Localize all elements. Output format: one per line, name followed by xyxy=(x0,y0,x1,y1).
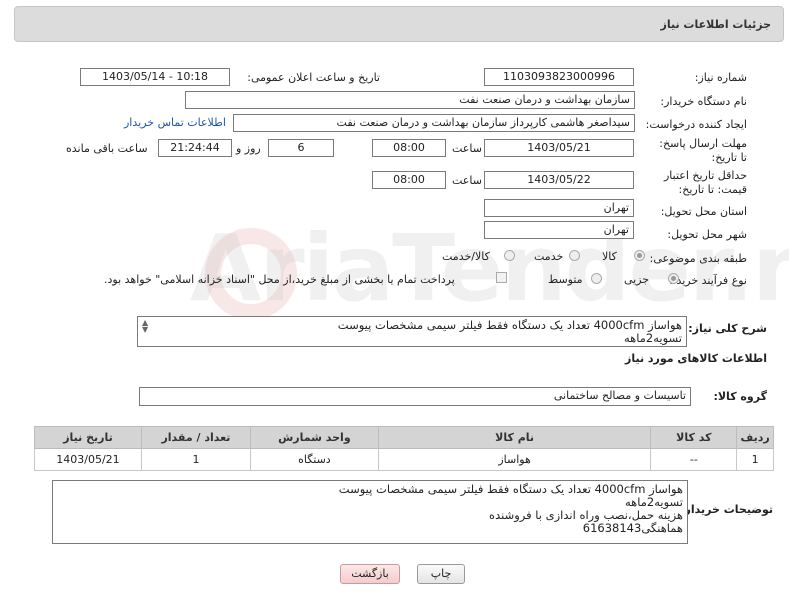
details-panel-header: جزئیات اطلاعات نیاز xyxy=(14,6,784,42)
category-option-goods: کالا xyxy=(602,250,617,263)
reply-days-field: 6 xyxy=(268,139,334,157)
need-number-field: 1103093823000996 xyxy=(484,68,634,86)
table-header-row: ردیف کد کالا نام کالا واحد شمارش تعداد /… xyxy=(34,426,774,449)
treasury-note: پرداخت تمام یا بخشی از مبلغ خرید،از محل … xyxy=(104,273,455,286)
print-button[interactable]: چاپ xyxy=(417,564,465,584)
reply-time-label: ساعت xyxy=(452,142,482,155)
cell-code: -- xyxy=(650,448,738,471)
reply-time-field: 08:00 xyxy=(372,139,446,157)
col-code: کد کالا xyxy=(650,426,738,449)
category-radio-goods[interactable] xyxy=(634,250,645,261)
price-validity-time-label: ساعت xyxy=(452,174,482,187)
table-row: 1 -- هواساز دستگاه 1 1403/05/21 xyxy=(34,448,774,471)
col-row: ردیف xyxy=(736,426,774,449)
category-label: طبقه بندی موضوعی: xyxy=(649,252,747,265)
category-radio-goods-service[interactable] xyxy=(504,250,515,261)
goods-group-field: تاسیسات و مصالح ساختمانی xyxy=(139,387,691,406)
buyer-org-label: نام دستگاه خریدار: xyxy=(660,95,747,108)
panel-title: جزئیات اطلاعات نیاز xyxy=(660,18,772,31)
items-table: ردیف کد کالا نام کالا واحد شمارش تعداد /… xyxy=(34,426,774,471)
purchase-radio-minor[interactable] xyxy=(668,273,679,284)
cell-qty: 1 xyxy=(140,448,251,471)
price-validity-date-field: 1403/05/22 xyxy=(484,171,634,189)
col-name: نام کالا xyxy=(377,426,652,449)
buyer-notes-label: توضیحات خریدار: xyxy=(680,503,773,516)
purchase-radio-medium[interactable] xyxy=(591,273,602,284)
buyer-contact-link[interactable]: اطلاعات تماس خریدار xyxy=(124,116,226,129)
price-validity-label: حداقل تاریخ اعتبار قیمت: تا تاریخ: xyxy=(663,169,747,196)
reply-date-field: 1403/05/21 xyxy=(484,139,634,157)
category-radio-service[interactable] xyxy=(569,250,580,261)
cell-row: 1 xyxy=(736,448,774,471)
city-label: شهر محل تحویل: xyxy=(667,228,747,241)
need-number-label: شماره نیاز: xyxy=(694,71,747,84)
cell-name: هواساز xyxy=(377,448,652,471)
scroll-down-icon[interactable]: ▼ xyxy=(142,326,148,334)
buyer-org-field: سازمان بهداشت و درمان صنعت نفت xyxy=(185,91,635,109)
city-field: تهران xyxy=(484,221,634,239)
reply-deadline-label: مهلت ارسال پاسخ: تا تاریخ: xyxy=(659,137,747,164)
goods-group-label: گروه کالا: xyxy=(713,390,767,403)
purchase-option-medium: متوسط xyxy=(548,273,583,286)
summary-textarea[interactable]: هواساز 4000cfm تعداد یک دستگاه فقط فیلتر… xyxy=(137,316,687,347)
cell-unit: دستگاه xyxy=(249,448,379,471)
announce-label: تاریخ و ساعت اعلان عمومی: xyxy=(247,71,380,84)
remaining-label: ساعت باقی مانده xyxy=(66,142,148,155)
goods-info-title: اطلاعات کالاهای مورد نیاز xyxy=(625,352,767,365)
purchase-type-label: نوع فرآیند خرید : xyxy=(669,274,747,287)
announce-field: 1403/05/14 - 10:18 xyxy=(80,68,230,86)
province-field: تهران xyxy=(484,199,634,217)
buyer-notes-textarea[interactable]: هواساز 4000cfm تعداد یک دستگاه فقط فیلتر… xyxy=(52,480,688,544)
cell-date: 1403/05/21 xyxy=(34,448,142,471)
remaining-time-field: 21:24:44 xyxy=(158,139,232,157)
province-label: استان محل تحویل: xyxy=(660,205,747,218)
summary-label: شرح کلی نیاز: xyxy=(688,322,767,335)
creator-field: سیداصغر هاشمی کارپرداز سازمان بهداشت و د… xyxy=(233,114,635,132)
col-qty: تعداد / مقدار xyxy=(140,426,251,449)
back-button[interactable]: بازگشت xyxy=(340,564,400,584)
creator-label: ایجاد کننده درخواست: xyxy=(645,118,747,131)
price-validity-time-field: 08:00 xyxy=(372,171,446,189)
category-option-service: خدمت xyxy=(534,250,564,263)
purchase-option-minor: جزیی xyxy=(624,273,650,286)
category-option-goods-service: کالا/خدمت xyxy=(442,250,490,263)
days-label: روز و xyxy=(236,142,261,155)
treasury-checkbox[interactable] xyxy=(496,272,507,283)
col-unit: واحد شمارش xyxy=(249,426,379,449)
col-date: تاریخ نیاز xyxy=(34,426,142,449)
